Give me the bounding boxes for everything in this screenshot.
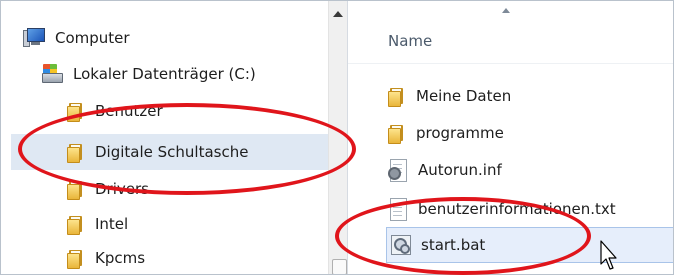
nav-item-digitale-schultasche[interactable]: Digitale Schultasche — [11, 134, 337, 170]
nav-item-drivers[interactable]: Drivers — [67, 174, 149, 204]
file-item-meine-daten[interactable]: Meine Daten — [388, 80, 511, 112]
nav-item-computer[interactable]: Computer — [23, 23, 130, 53]
file-item-label: start.bat — [421, 236, 486, 254]
sort-ascending-icon — [502, 8, 510, 13]
nav-item-benutzer[interactable]: Benutzer — [67, 96, 163, 126]
nav-item-label: Computer — [55, 29, 130, 47]
file-item-label: Meine Daten — [416, 87, 512, 105]
nav-item-label: Drivers — [95, 180, 149, 198]
computer-icon — [23, 28, 45, 48]
file-item-label: benutzerinformationen.txt — [418, 200, 616, 218]
batch-file-icon — [391, 235, 411, 255]
nav-scrollbar[interactable] — [328, 1, 348, 274]
nav-item-local-disk[interactable]: Lokaler Datenträger (C:) — [41, 59, 256, 89]
scroll-up-icon[interactable] — [333, 11, 343, 17]
file-item-programme[interactable]: programme — [388, 117, 504, 149]
scroll-thumb[interactable] — [332, 259, 347, 274]
column-header-name[interactable]: Name — [388, 32, 432, 50]
text-file-icon — [388, 198, 407, 221]
folder-icon — [67, 249, 83, 269]
nav-item-label: Intel — [95, 215, 129, 233]
header-separator — [348, 63, 673, 64]
file-item-start-bat[interactable]: start.bat — [386, 227, 673, 263]
nav-item-label: Lokaler Datenträger (C:) — [73, 65, 256, 83]
file-list-pane: Name Meine Daten programme Autorun.inf b… — [348, 1, 673, 274]
folder-icon — [67, 143, 83, 163]
settings-file-icon — [388, 159, 407, 182]
folder-icon — [67, 102, 83, 122]
folder-icon — [388, 87, 404, 107]
file-item-label: Autorun.inf — [418, 161, 502, 179]
mouse-pointer-icon — [600, 240, 617, 270]
file-item-benutzerinformationen-txt[interactable]: benutzerinformationen.txt — [388, 193, 616, 225]
file-item-autorun-inf[interactable]: Autorun.inf — [388, 154, 502, 186]
nav-item-label: Digitale Schultasche — [95, 143, 249, 161]
drive-icon — [41, 64, 63, 84]
nav-item-kpcms[interactable]: Kpcms — [67, 243, 145, 273]
folder-icon — [67, 215, 83, 235]
nav-item-label: Benutzer — [95, 102, 163, 120]
folder-icon — [67, 180, 83, 200]
navigation-pane: Computer Lokaler Datenträger (C:) Benutz… — [1, 1, 348, 274]
file-item-label: programme — [416, 124, 504, 142]
nav-item-intel[interactable]: Intel — [67, 209, 128, 239]
explorer-window: Computer Lokaler Datenträger (C:) Benutz… — [0, 0, 674, 275]
folder-icon — [388, 124, 404, 144]
nav-item-label: Kpcms — [95, 249, 146, 267]
